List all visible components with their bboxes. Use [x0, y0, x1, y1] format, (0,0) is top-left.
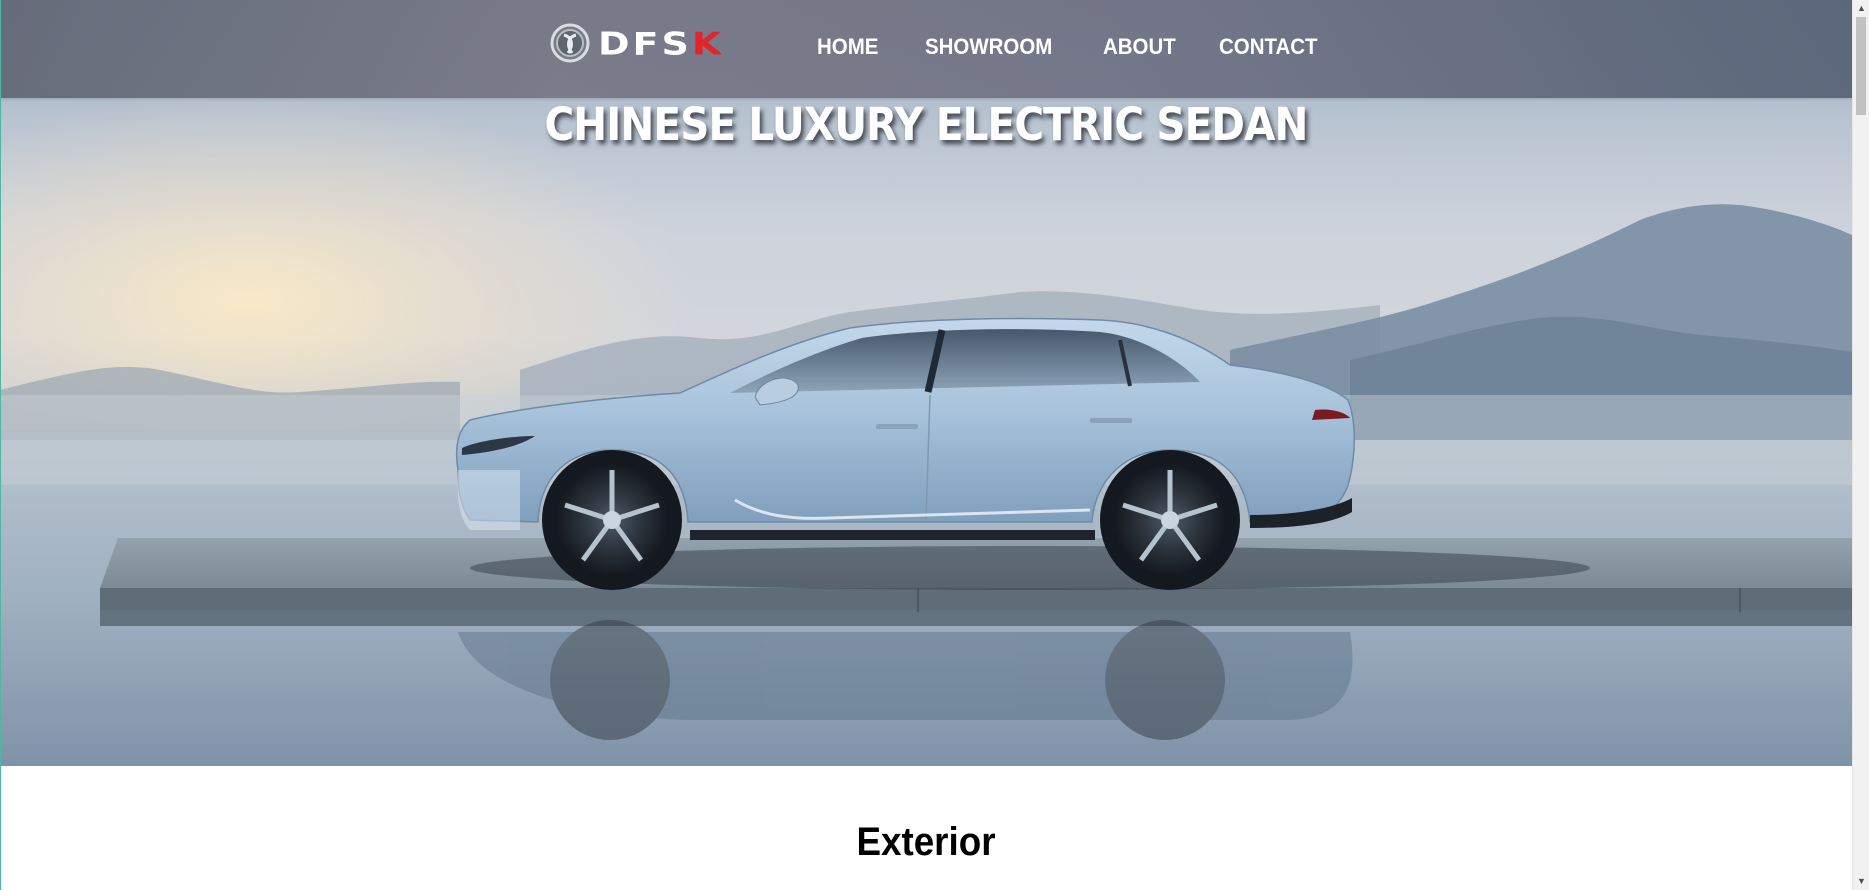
- nav-contact[interactable]: CONTACT: [1219, 32, 1318, 62]
- scroll-up-arrow-icon[interactable]: ▲: [1853, 0, 1869, 17]
- page: DFSK HOME SHOWROOM ABOUT CONTACT CHINESE…: [0, 0, 1852, 890]
- brand-wordmark-accent: K: [691, 25, 725, 63]
- platform-base: [100, 610, 1852, 626]
- brand-wordmark[interactable]: DFSK: [598, 28, 724, 61]
- left-edge-accent: [0, 0, 1, 890]
- section-title-exterior: Exterior: [856, 820, 996, 864]
- vertical-scrollbar[interactable]: ▲ ▼: [1852, 0, 1869, 890]
- brand-logo-icon[interactable]: [550, 23, 590, 63]
- platform-edge: [100, 588, 1852, 610]
- scroll-down-arrow-icon[interactable]: ▼: [1853, 873, 1869, 890]
- nav-showroom[interactable]: SHOWROOM: [925, 32, 1052, 62]
- hero-title: CHINESE LUXURY ELECTRIC SEDAN: [544, 98, 1308, 151]
- scrollbar-thumb[interactable]: [1856, 17, 1866, 115]
- brand-wordmark-main: DFS: [598, 25, 692, 63]
- nav-home[interactable]: HOME: [817, 32, 878, 62]
- top-navbar: DFSK HOME SHOWROOM ABOUT CONTACT: [0, 0, 1852, 98]
- front-wheel: [542, 450, 682, 590]
- nav-about[interactable]: ABOUT: [1103, 32, 1176, 62]
- rear-wheel: [1100, 450, 1240, 590]
